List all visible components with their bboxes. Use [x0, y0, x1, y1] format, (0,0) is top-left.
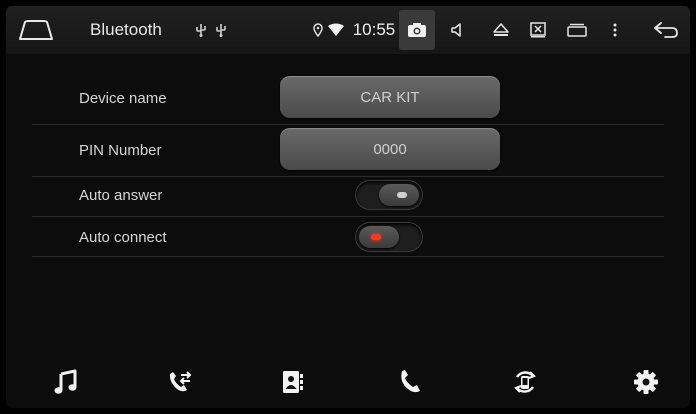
auto-connect-label: Auto connect: [79, 229, 167, 246]
eject-button[interactable]: [489, 6, 513, 54]
auto-answer-label: Auto answer: [79, 187, 163, 204]
wifi-icon: [327, 6, 345, 54]
sync-device-icon: [514, 371, 536, 393]
toggle-indicator: [371, 234, 381, 240]
divider: [32, 256, 664, 257]
contacts-button[interactable]: [272, 362, 312, 402]
overflow-menu-button[interactable]: [606, 6, 624, 54]
toggle-indicator: [397, 192, 407, 198]
location-icon: [311, 6, 325, 54]
gear-icon: [634, 370, 658, 394]
app-title: Bluetooth: [90, 20, 162, 39]
back-arrow-icon: [654, 22, 678, 38]
pin-number-label: PIN Number: [79, 142, 162, 159]
camera-icon: [408, 23, 426, 37]
bluetooth-settings-screen: Bluetooth 10:55 Device name CAR KIT PIN …: [6, 6, 690, 408]
music-note-icon: [54, 369, 77, 394]
toggle-knob: [379, 184, 419, 206]
contacts-book-icon: [283, 371, 303, 393]
volume-button[interactable]: [446, 6, 470, 54]
device-name-field[interactable]: CAR KIT: [280, 76, 500, 118]
phone-icon: [401, 370, 420, 393]
usb-icon: [194, 6, 208, 54]
recent-apps-button[interactable]: [564, 6, 590, 54]
bottom-navigation: [6, 354, 690, 408]
screenshot-button[interactable]: [399, 10, 435, 50]
recents-icon: [567, 23, 587, 37]
pin-number-field[interactable]: 0000: [280, 128, 500, 170]
back-button[interactable]: [646, 6, 686, 54]
close-app-button[interactable]: [526, 6, 550, 54]
home-icon: [19, 20, 53, 40]
more-vertical-icon: [613, 23, 617, 37]
clock: 10:55: [352, 20, 396, 39]
divider: [32, 176, 664, 177]
eject-icon: [493, 23, 509, 36]
device-sync-button[interactable]: [505, 362, 545, 402]
divider: [32, 124, 664, 125]
home-button[interactable]: [16, 6, 56, 54]
divider: [32, 216, 664, 217]
status-bar: Bluetooth 10:55: [6, 6, 690, 54]
usb-icon: [214, 6, 228, 54]
settings-button[interactable]: [626, 362, 666, 402]
close-box-icon: [530, 22, 546, 38]
call-log-button[interactable]: [159, 362, 199, 402]
auto-connect-toggle[interactable]: [356, 223, 422, 251]
music-button[interactable]: [46, 362, 86, 402]
device-name-label: Device name: [79, 90, 167, 107]
dial-button[interactable]: [390, 362, 430, 402]
call-transfer-icon: [169, 371, 192, 392]
auto-answer-toggle[interactable]: [356, 181, 422, 209]
toggle-knob: [359, 226, 399, 248]
speaker-icon: [451, 23, 461, 37]
